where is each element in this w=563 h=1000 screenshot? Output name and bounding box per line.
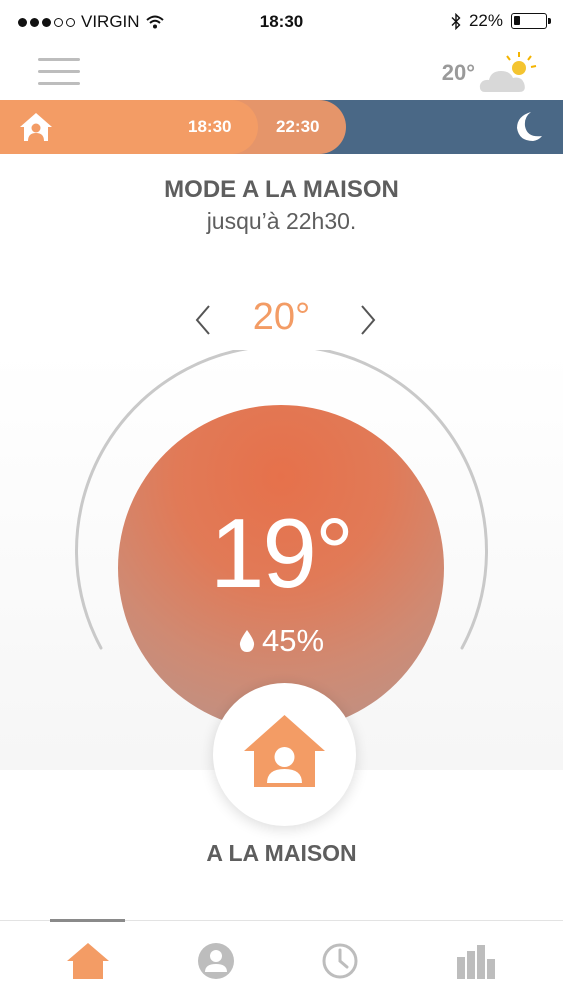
setpoint-value: 20° — [252, 296, 311, 338]
weather-temp: 20° — [441, 60, 475, 85]
chevron-right-icon[interactable] — [352, 302, 382, 338]
tab-statistics[interactable] — [447, 941, 507, 987]
weather-widget: 20° — [442, 50, 539, 96]
bar-chart-icon — [457, 945, 495, 979]
hamburger-menu-icon[interactable] — [38, 58, 80, 88]
battery-level — [514, 16, 520, 25]
battery-icon — [511, 13, 551, 29]
mode-title: MODE A LA MAISON — [164, 176, 399, 203]
clock-icon — [322, 943, 358, 979]
tab-bar — [0, 919, 563, 1000]
mode-until: jusqu’à 22h30. — [206, 208, 357, 234]
current-temperature: 19° — [209, 498, 354, 608]
home-icon — [67, 943, 109, 979]
timeline-end-time: 22:30 — [276, 117, 320, 136]
tab-active-indicator — [50, 919, 125, 922]
battery-percent: 22% — [468, 11, 503, 30]
nav-header: 20° — [0, 44, 563, 100]
mode-button-label: A LA MAISON — [206, 840, 357, 866]
person-icon — [198, 943, 234, 979]
schedule-timeline[interactable]: 18:30 22:30 — [0, 100, 563, 154]
tab-home[interactable] — [58, 941, 118, 987]
setpoint-control: 20° — [0, 296, 563, 346]
tab-schedule[interactable] — [310, 941, 370, 987]
bluetooth-icon — [451, 12, 461, 30]
partly-cloudy-icon — [479, 52, 537, 92]
humidity-reading: 45% — [118, 623, 444, 659]
status-bar: VIRGIN 18:30 22% — [0, 0, 563, 44]
water-drop-icon — [239, 630, 255, 652]
status-right: 22% — [451, 11, 551, 31]
timeline-start-time: 18:30 — [188, 117, 232, 136]
moon-icon — [517, 112, 542, 141]
home-person-icon — [244, 715, 325, 787]
mode-button[interactable] — [213, 683, 356, 826]
home-icon — [20, 113, 52, 141]
tab-profile[interactable] — [186, 941, 246, 987]
humidity-value: 45% — [261, 623, 325, 658]
